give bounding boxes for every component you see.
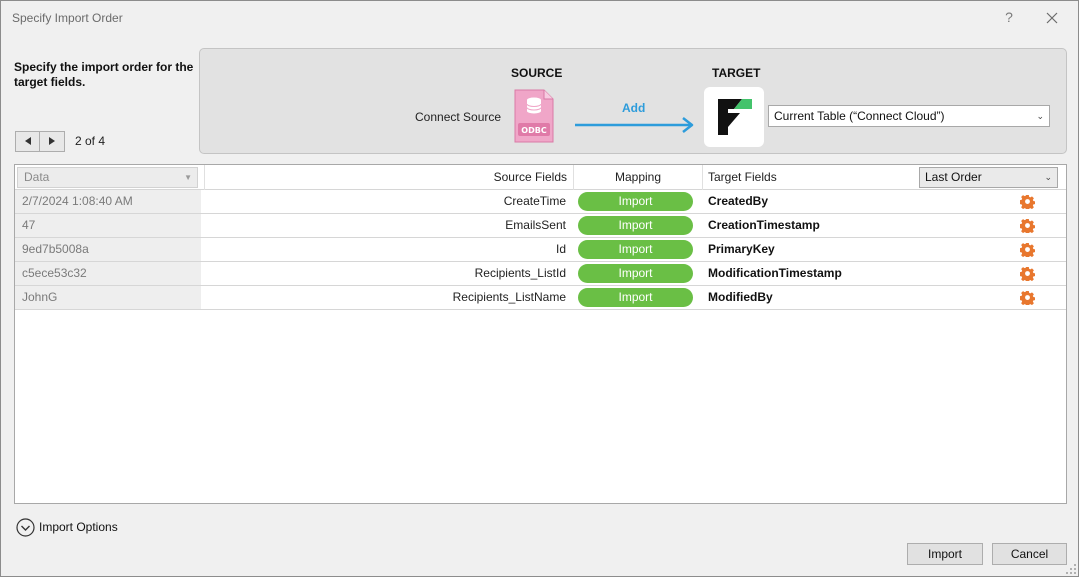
- import-button[interactable]: Import: [907, 543, 983, 565]
- source-field-cell: Recipients_ListName: [452, 290, 566, 304]
- gear-icon[interactable]: [1020, 194, 1035, 209]
- import-mapping-button[interactable]: Import: [578, 216, 693, 235]
- data-column-label: Data: [24, 170, 50, 184]
- odbc-file-icon: ODBC: [514, 89, 554, 143]
- prev-page-button[interactable]: [15, 130, 40, 152]
- data-cell: 47: [15, 214, 201, 237]
- add-label: Add: [622, 101, 646, 115]
- data-cell: JohnG: [15, 286, 201, 309]
- target-fields-header: Target Fields: [708, 170, 777, 184]
- close-icon[interactable]: [1041, 7, 1063, 29]
- title-bar: Specify Import Order ?: [1, 1, 1078, 35]
- target-field-cell: PrimaryKey: [708, 242, 775, 256]
- import-mapping-button[interactable]: Import: [578, 264, 693, 283]
- chevron-down-icon: ⌄: [1044, 172, 1052, 182]
- data-cell: c5ece53c32: [15, 262, 201, 285]
- table-row: 9ed7b5008a Id Import PrimaryKey: [15, 238, 1066, 262]
- window-title: Specify Import Order: [12, 11, 123, 25]
- import-options-label: Import Options: [39, 520, 118, 534]
- table-row: 2/7/2024 1:08:40 AM CreateTime Import Cr…: [15, 190, 1066, 214]
- grid-header: Data ▼ Source Fields Mapping Target Fiel…: [15, 165, 1066, 190]
- import-mapping-button[interactable]: Import: [578, 240, 693, 259]
- instruction-text: Specify the import order for the target …: [14, 60, 194, 89]
- gear-icon[interactable]: [1020, 266, 1035, 281]
- target-field-cell: CreatedBy: [708, 194, 769, 208]
- source-fields-header: Source Fields: [204, 165, 573, 190]
- triangle-left-icon: [24, 137, 31, 145]
- target-field-cell: CreationTimestamp: [708, 218, 820, 232]
- gear-icon[interactable]: [1020, 242, 1035, 257]
- target-header: TARGET: [712, 66, 761, 80]
- target-field-cell: ModificationTimestamp: [708, 266, 842, 280]
- data-column-dropdown[interactable]: Data ▼: [17, 167, 198, 188]
- source-field-cell: Recipients_ListId: [474, 266, 566, 280]
- page-indicator: 2 of 4: [75, 134, 106, 148]
- table-row: c5ece53c32 Recipients_ListId Import Modi…: [15, 262, 1066, 286]
- data-cell: 2/7/2024 1:08:40 AM: [15, 190, 201, 213]
- source-name: Connect Source: [415, 110, 502, 124]
- import-mapping-button[interactable]: Import: [578, 288, 693, 307]
- import-mapping-button[interactable]: Import: [578, 192, 693, 211]
- target-table-select[interactable]: Current Table (“Connect Cloud”) ⌄: [768, 105, 1050, 127]
- source-field-cell: Id: [555, 242, 566, 256]
- help-button[interactable]: ?: [999, 7, 1019, 27]
- table-row: JohnG Recipients_ListName Import Modifie…: [15, 286, 1066, 310]
- source-field-cell: CreateTime: [503, 194, 566, 208]
- target-field-cell: ModifiedBy: [708, 290, 773, 304]
- resize-grip-icon[interactable]: [1065, 563, 1077, 575]
- order-select[interactable]: Last Order ⌄: [919, 167, 1058, 188]
- chevron-down-icon: ▼: [184, 173, 192, 182]
- order-select-value: Last Order: [925, 170, 982, 184]
- next-page-button[interactable]: [40, 130, 65, 152]
- target-table-value: Current Table (“Connect Cloud”): [774, 109, 945, 123]
- cancel-button[interactable]: Cancel: [992, 543, 1067, 565]
- source-target-panel: SOURCE TARGET Connect Source ODBC Add Cu: [199, 48, 1067, 154]
- target-app-logo: [704, 87, 764, 147]
- gear-icon[interactable]: [1020, 218, 1035, 233]
- source-field-cell: EmailsSent: [505, 218, 566, 232]
- mapping-header: Mapping: [573, 165, 703, 190]
- odbc-icon-label: ODBC: [521, 126, 547, 135]
- gear-icon[interactable]: [1020, 290, 1035, 305]
- triangle-right-icon: [49, 137, 55, 145]
- pager: 2 of 4: [15, 130, 105, 152]
- import-options-toggle[interactable]: Import Options: [16, 517, 118, 537]
- chevron-down-icon: ⌄: [1036, 111, 1044, 121]
- data-cell: 9ed7b5008a: [15, 238, 201, 261]
- table-row: 47 EmailsSent Import CreationTimestamp: [15, 214, 1066, 238]
- chevron-down-circle-icon: [16, 517, 35, 537]
- dialog-window: Specify Import Order ? Specify the impor…: [0, 0, 1079, 577]
- arrow-right-icon: [575, 117, 694, 133]
- field-mapping-grid: Data ▼ Source Fields Mapping Target Fiel…: [14, 164, 1067, 504]
- source-header: SOURCE: [511, 66, 563, 80]
